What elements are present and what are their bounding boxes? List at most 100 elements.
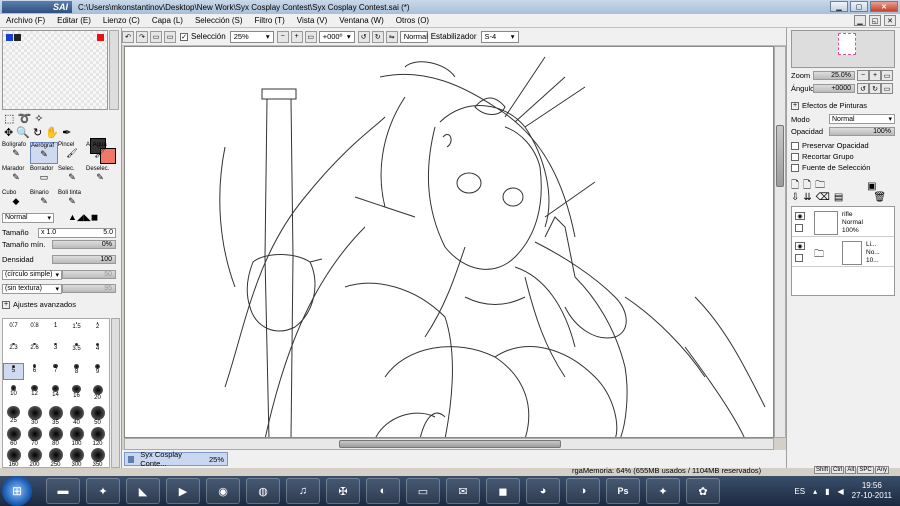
taskbar-app-icon[interactable]: ✦ [646,478,680,504]
visibility-eye-icon[interactable]: ◉ [795,242,805,250]
selection-source-row[interactable]: Fuente de Selección [791,163,870,172]
rect-select-icon[interactable]: ⬚ [4,113,14,125]
taskbar-app-icon[interactable]: ◕ [526,478,560,504]
nav-rotate-reset-icon[interactable]: ▭ [881,83,893,94]
chat-icon[interactable]: ✉ [446,478,480,504]
volume-icon[interactable]: ◀ [838,487,844,496]
blend-mode-select[interactable]: Normal ▾ [2,212,54,223]
taskbar-app-icon[interactable]: ▭ [406,478,440,504]
brush-size-cell[interactable]: 6 [24,363,45,380]
magic-wand-icon[interactable]: ✧ [34,113,43,125]
tray-arrow-icon[interactable]: ▴ [813,487,817,496]
canvas-horizontal-scrollbar[interactable] [124,438,774,450]
brush-size-cell[interactable]: 70 [24,426,45,447]
brush-size-cell[interactable]: 7 [45,363,66,380]
texture-strength-slider[interactable]: 95 [62,284,116,293]
brush-size-cell[interactable]: 2.3 [3,342,24,359]
invert-select-icon[interactable]: ▭ [164,30,176,43]
brush-size-cell[interactable]: 35 [45,405,66,426]
brush-size-cell[interactable]: 160 [3,447,24,467]
canvas-vertical-scrollbar[interactable] [774,46,786,438]
start-button[interactable]: ⊞ [2,476,32,506]
nav-zoom-slider[interactable]: 25.0% [813,71,855,80]
clip-group-row[interactable]: Recortar Grupo [791,152,854,161]
flip-icon[interactable]: ⇋ [385,30,398,43]
menu-vista[interactable]: Vista (V) [291,16,334,25]
brush-size-cell[interactable]: 1.5 [66,321,87,338]
layer-lock-checkbox[interactable] [795,254,803,262]
close-doc-icon[interactable]: ✕ [884,15,896,26]
tool-8[interactable]: Cubo ◆ [2,190,30,212]
close-button[interactable]: ✕ [870,1,898,12]
brush-size-cell[interactable]: 3.5 [66,342,87,359]
minimize-doc-icon[interactable]: ▁ [854,15,866,26]
expand-icon[interactable]: + [2,300,10,309]
merge-down-icon[interactable]: ⇊ [803,192,811,203]
menu-archivo[interactable]: Archivo (F) [0,16,51,25]
min-size-slider[interactable]: 0% [52,240,116,249]
taskbar-app-icon[interactable]: ✠ [326,478,360,504]
tool-9[interactable]: Binario ✎ [30,190,58,212]
brush-size-cell[interactable]: 25 [3,405,24,424]
clear-layer-icon[interactable]: ⌫ [816,192,830,203]
brush-shape-icons[interactable]: ▲◢◣◼ [68,212,98,223]
brush-size-cell[interactable]: 5 [3,363,24,380]
menu-seleccion[interactable]: Selección (S) [189,16,249,25]
layer-item[interactable]: ◉ rifle Normal 100% [792,209,894,237]
brush-size-cell[interactable]: 2.6 [24,342,45,359]
chrome-icon[interactable]: ◉ [206,478,240,504]
brush-size-cell[interactable]: 3 [45,342,66,359]
brush-grid-scrollbar[interactable] [111,318,120,468]
navigator-viewport[interactable] [838,33,856,55]
tool-5[interactable]: Borrador ▭ [30,166,58,188]
brush-size-cell[interactable]: 80 [45,426,66,447]
layer-mode-select[interactable]: Normal ▾ [829,114,895,124]
lasso-icon[interactable]: ➰ [17,113,31,125]
drawing-canvas[interactable] [124,46,774,438]
menu-lienzo[interactable]: Lienzo (C) [97,16,146,25]
taskbar-app-icon[interactable]: ◐ [366,478,400,504]
brush-texture-select[interactable]: (sin textura) ▾ [2,283,62,294]
menu-editar[interactable]: Editar (E) [51,16,97,25]
rotation-select[interactable]: +000º ▾ [318,30,355,43]
swatch-red[interactable] [97,34,104,41]
nav-rotate-left-icon[interactable]: ↺ [857,83,869,94]
brush-size-cell[interactable]: 10 [3,384,24,401]
brush-size-cell[interactable]: 60 [3,426,24,447]
brush-size-cell[interactable]: 16 [66,384,87,401]
layer-opacity-slider[interactable]: 100% [829,127,895,136]
swatch-blue[interactable] [6,34,13,41]
rotate-right-icon[interactable]: ↻ [371,30,384,43]
photoshop-icon[interactable]: Ps [606,478,640,504]
brush-size-cell[interactable]: 0.7 [3,321,24,338]
brush-size-cell[interactable]: 300 [66,447,87,467]
menu-ventana[interactable]: Ventana (W) [333,16,389,25]
brush-size-cell[interactable]: 200 [24,447,45,467]
brush-shape-select[interactable]: (círculo simple) ▾ [2,269,62,280]
media-player-icon[interactable]: ▶ [166,478,200,504]
taskbar-app-icon[interactable]: ✦ [86,478,120,504]
zoom-icon[interactable]: 🔍 [16,127,30,139]
menu-filtro[interactable]: Filtro (T) [249,16,291,25]
brush-size-cell[interactable]: 14 [45,384,66,401]
taskbar-app-icon[interactable]: ◼ [486,478,520,504]
brush-size-cell[interactable]: 250 [45,447,66,467]
nav-zoom-fit-icon[interactable]: ▭ [881,70,893,81]
brush-size-cell[interactable]: 0.8 [24,321,45,338]
vertical-scroll-thumb[interactable] [776,125,784,187]
taskbar-app-icon[interactable]: ◑ [566,478,600,504]
restore-doc-icon[interactable]: ◱ [869,15,881,26]
tool-7[interactable]: Deselec. ✎ [86,166,114,188]
rotate-left-icon[interactable]: ↺ [357,30,370,43]
navigator-preview[interactable] [791,30,895,68]
preserve-opacity-row[interactable]: Preservar Opacidad [791,141,869,150]
brush-size-cell[interactable]: 8 [66,363,87,380]
brush-size-cell[interactable]: 50 [87,405,108,426]
move-icon[interactable]: ✥ [4,127,13,139]
rotate-icon[interactable]: ↻ [33,127,42,139]
eyedropper-icon[interactable]: ✒ [62,127,71,139]
brush-size-cell[interactable]: 40 [66,405,87,426]
tool-3[interactable]: Al Agua 🖌 [86,142,114,164]
zoom-select[interactable]: 25% ▾ [229,30,274,43]
folder-layer-icon[interactable]: ▣ [867,181,876,192]
